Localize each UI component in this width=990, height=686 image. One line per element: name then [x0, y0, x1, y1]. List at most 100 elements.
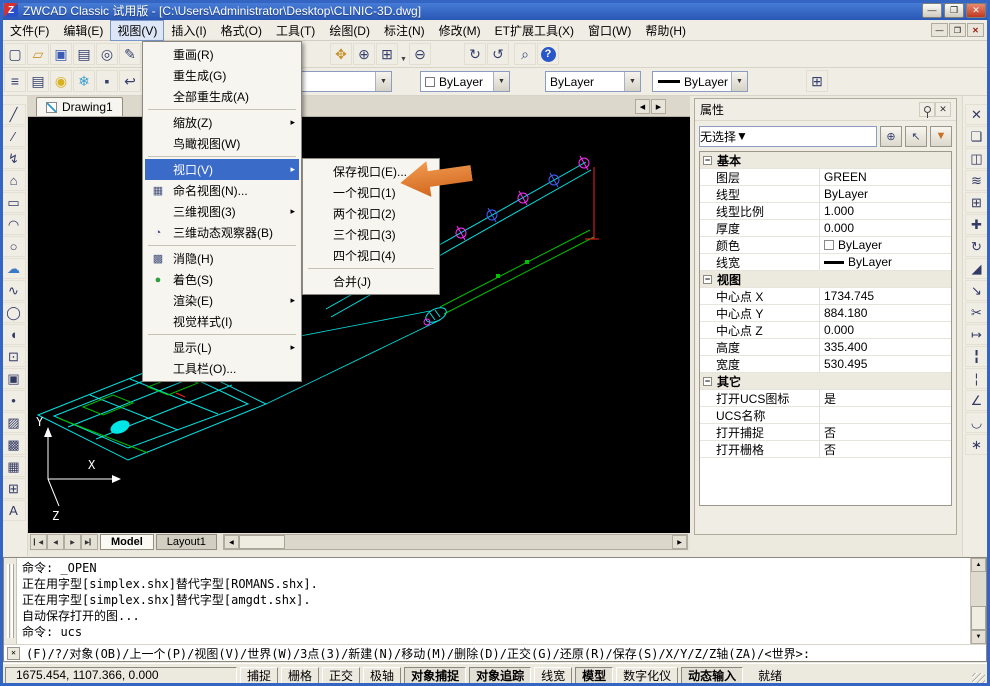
- prop-row-height[interactable]: 高度335.400: [700, 339, 951, 356]
- menu-item-3d-orbit[interactable]: ◔三维动态观察器(B): [145, 222, 299, 243]
- mirror-button[interactable]: ◫: [965, 148, 989, 169]
- xline-button[interactable]: ∕: [2, 126, 26, 147]
- erase-button[interactable]: ✕: [965, 104, 989, 125]
- menu-item-shade[interactable]: ●着色(S): [145, 269, 299, 290]
- sheet-last-button[interactable]: ▶▎: [81, 534, 98, 550]
- open-button[interactable]: ▱: [27, 43, 49, 65]
- menu-dimension[interactable]: 标注(N): [377, 20, 432, 41]
- match-properties-button[interactable]: ✎: [119, 43, 141, 65]
- zoom-realtime-button[interactable]: ⊕: [353, 43, 375, 65]
- tab-drawing1[interactable]: Drawing1: [36, 97, 123, 116]
- sheet-prev-button[interactable]: ◀: [47, 534, 64, 550]
- toggle-model[interactable]: 模型: [575, 667, 613, 684]
- find-button[interactable]: ⌕: [514, 43, 536, 65]
- rectangle-button[interactable]: ▭: [2, 192, 26, 213]
- color-combo-dropdown-icon[interactable]: ▼: [493, 72, 509, 91]
- close-button[interactable]: ✕: [966, 3, 986, 18]
- insert-block-button[interactable]: ⊡: [2, 346, 26, 367]
- mtext-button[interactable]: A: [2, 500, 26, 521]
- layer-on-button[interactable]: ◉: [50, 70, 72, 92]
- prop-row-ucs-icon-on[interactable]: 打开UCS图标是: [700, 390, 951, 407]
- chamfer-button[interactable]: ∠: [965, 390, 989, 411]
- collapse-icon[interactable]: −: [703, 156, 712, 165]
- break-at-point-button[interactable]: ╏: [965, 346, 989, 367]
- toggle-dynamic-input[interactable]: 动态输入: [681, 667, 743, 684]
- collapse-icon[interactable]: −: [703, 377, 712, 386]
- toggle-polar[interactable]: 极轴: [363, 667, 401, 684]
- lineweight-combo-dropdown-icon[interactable]: ▼: [731, 72, 747, 91]
- extend-button[interactable]: ↦: [965, 324, 989, 345]
- table-button[interactable]: ⊞: [2, 478, 26, 499]
- prop-row-center-x[interactable]: 中心点 X1734.745: [700, 288, 951, 305]
- layers-button[interactable]: ≡: [4, 70, 26, 92]
- region-button[interactable]: ▦: [2, 456, 26, 477]
- command-close-button[interactable]: ✕: [7, 647, 20, 660]
- menu-item-aerial-view[interactable]: 鸟瞰视图(W): [145, 133, 299, 154]
- prop-row-linetype-scale[interactable]: 线型比例1.000: [700, 203, 951, 220]
- canvas-hscrollbar[interactable]: ◀ ▶: [223, 534, 688, 550]
- command-vscrollbar[interactable]: ▲ ▼: [970, 558, 986, 644]
- sheet-first-button[interactable]: ▎◀: [30, 534, 47, 550]
- prop-row-color[interactable]: 颜色ByLayer: [700, 237, 951, 254]
- toggle-lineweight[interactable]: 线宽: [534, 667, 572, 684]
- polygon-button[interactable]: ⌂: [2, 170, 26, 191]
- properties-close-button[interactable]: ✕: [935, 102, 951, 117]
- prop-row-width[interactable]: 宽度530.495: [700, 356, 951, 373]
- trim-button[interactable]: ✂: [965, 302, 989, 323]
- menu-insert[interactable]: 插入(I): [164, 20, 213, 41]
- pin-button[interactable]: [919, 102, 935, 117]
- lineweight-combo[interactable]: ByLayer ▼: [652, 71, 748, 92]
- menu-item-toolbars[interactable]: 工具栏(O)...: [145, 358, 299, 379]
- ellipse-button[interactable]: ◯: [2, 302, 26, 323]
- menu-item-named-views[interactable]: ▦命名视图(N)...: [145, 180, 299, 201]
- toggle-osnap[interactable]: 对象捕捉: [404, 667, 466, 684]
- toggle-grid[interactable]: 栅格: [281, 667, 319, 684]
- layer-combo-dropdown-icon[interactable]: ▼: [375, 72, 391, 91]
- toggle-snap[interactable]: 捕捉: [240, 667, 278, 684]
- menu-draw[interactable]: 绘图(D): [322, 20, 377, 41]
- pan-button[interactable]: ✥: [330, 43, 352, 65]
- hscroll-right-icon[interactable]: ▶: [672, 535, 687, 549]
- copy-object-button[interactable]: ❏: [965, 126, 989, 147]
- menu-item-hide[interactable]: ▩消隐(H): [145, 248, 299, 269]
- break-button[interactable]: ¦: [965, 368, 989, 389]
- array-button[interactable]: ⊞: [965, 192, 989, 213]
- vscroll-track[interactable]: [971, 572, 986, 630]
- prop-row-ucs-name[interactable]: UCS名称: [700, 407, 951, 424]
- menu-item-display[interactable]: 显示(L)▸: [145, 337, 299, 358]
- command-window-grip[interactable]: [4, 558, 17, 644]
- scale-button[interactable]: ◢: [965, 258, 989, 279]
- group-misc[interactable]: − 其它: [700, 373, 951, 390]
- move-button[interactable]: ✚: [965, 214, 989, 235]
- doc-tab-prev-button[interactable]: ◀: [635, 99, 650, 114]
- viewport-dialog-button[interactable]: ⊞: [806, 70, 828, 92]
- menu-item-zoom[interactable]: 缩放(Z)▸: [145, 112, 299, 133]
- selection-combo-dropdown-icon[interactable]: ▼: [736, 129, 748, 143]
- prop-row-center-y[interactable]: 中心点 Y884.180: [700, 305, 951, 322]
- menu-item-join-viewports[interactable]: 合并(J): [305, 271, 437, 292]
- menu-file[interactable]: 文件(F): [3, 20, 56, 41]
- rotate-button[interactable]: ↻: [965, 236, 989, 257]
- explode-button[interactable]: ∗: [965, 434, 989, 455]
- sheet-next-button[interactable]: ▶: [64, 534, 81, 550]
- plot-button[interactable]: ▤: [73, 43, 95, 65]
- offset-button[interactable]: ≋: [965, 170, 989, 191]
- prop-row-thickness[interactable]: 厚度0.000: [700, 220, 951, 237]
- fillet-button[interactable]: ◡: [965, 412, 989, 433]
- mdi-minimize-button[interactable]: —: [931, 23, 948, 37]
- group-general[interactable]: − 基本: [700, 152, 951, 169]
- tab-model[interactable]: Model: [100, 534, 154, 550]
- menu-item-two-viewports[interactable]: 两个视口(2): [305, 203, 437, 224]
- revcloud-button[interactable]: ☁: [2, 258, 26, 279]
- vscroll-down-icon[interactable]: ▼: [971, 630, 986, 644]
- layer-lock-button[interactable]: ▪: [96, 70, 118, 92]
- save-button[interactable]: ▣: [50, 43, 72, 65]
- command-prompt[interactable]: (F)/?/对象(OB)/上一个(P)/视图(V)/世界(W)/3点(3)/新建…: [26, 645, 810, 662]
- spline-button[interactable]: ∿: [2, 280, 26, 301]
- layer-previous-button[interactable]: ↩: [119, 70, 141, 92]
- group-view[interactable]: − 视图: [700, 271, 951, 288]
- menu-item-render[interactable]: 渲染(E)▸: [145, 290, 299, 311]
- menu-view[interactable]: 视图(V): [110, 20, 164, 41]
- prop-row-center-z[interactable]: 中心点 Z0.000: [700, 322, 951, 339]
- gradient-button[interactable]: ▩: [2, 434, 26, 455]
